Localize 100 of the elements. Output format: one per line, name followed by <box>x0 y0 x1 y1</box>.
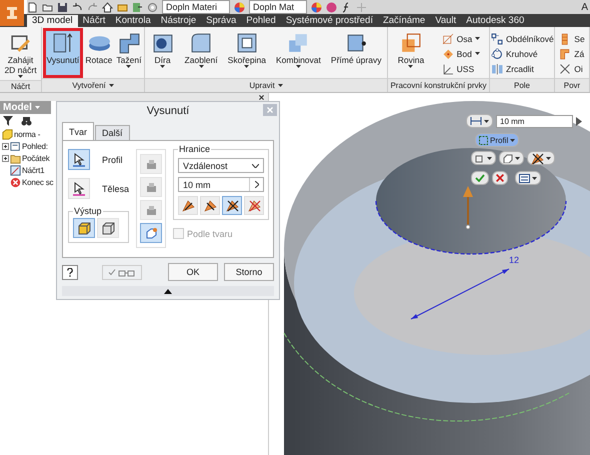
selector-label: Tělesa <box>102 184 130 194</box>
color-wheel-icon[interactable] <box>326 2 338 12</box>
chevron-down-icon <box>252 164 260 168</box>
ribbon-button[interactable]: Přímé úpravy <box>330 29 382 77</box>
ribbon-tab[interactable]: Pohled <box>241 15 281 27</box>
error-icon <box>10 176 21 188</box>
ribbon-button[interactable]: Kruhové <box>491 47 554 60</box>
profile-button[interactable]: Profil <box>475 133 520 147</box>
expand-icon[interactable] <box>2 142 9 150</box>
check-icon <box>475 174 485 182</box>
operation-button[interactable] <box>140 223 162 243</box>
browser-title-label: Model <box>3 102 32 113</box>
group-label: Výstup <box>73 206 103 216</box>
ok-button[interactable]: OK <box>168 263 218 281</box>
distance-field[interactable]: 10 mm <box>496 114 573 128</box>
ribbon-button[interactable]: Skořepina <box>226 29 267 77</box>
ribbon-tab[interactable]: Kontrola <box>110 15 156 27</box>
tree-item-label[interactable]: Pohled: <box>22 142 48 150</box>
ribbon-button[interactable]: Zaoblení <box>184 29 219 77</box>
extents-dropdown[interactable] <box>466 114 493 128</box>
filter-icon[interactable] <box>3 116 13 126</box>
operation-dropdown[interactable] <box>499 151 524 165</box>
dialog-tab[interactable]: Další <box>95 125 130 140</box>
distance-field[interactable]: 10 mm <box>178 177 264 192</box>
group-label: Pracovní konstrukční prvky <box>390 81 487 90</box>
material-dropdown[interactable]: Dopln Mat <box>249 0 308 14</box>
home-icon[interactable] <box>102 2 113 12</box>
caret-icon <box>278 84 283 87</box>
tree-item-label[interactable]: Náčrt1 <box>22 166 44 174</box>
material-dropdown[interactable]: Dopln Materi <box>162 0 230 14</box>
ribbon-tab[interactable]: Náčrt <box>78 15 110 27</box>
ribbon-tab[interactable]: Autodesk 360 <box>461 15 530 27</box>
ok-button[interactable] <box>471 171 489 185</box>
logo-icon <box>6 6 18 20</box>
play-icon[interactable] <box>576 116 582 126</box>
update-icon[interactable] <box>132 2 143 12</box>
ribbon-button[interactable]: Rovina <box>396 29 426 77</box>
cut-icon <box>144 180 158 194</box>
ribbon-button[interactable]: Zahájit 2D náčrt <box>3 29 38 80</box>
ribbon-tab[interactable]: Správa <box>201 15 242 27</box>
direction-icon <box>204 199 217 212</box>
ribbon-button[interactable]: USS <box>442 62 480 75</box>
save-icon[interactable] <box>57 2 68 12</box>
direction-dropdown[interactable] <box>527 151 555 165</box>
help-button[interactable] <box>62 264 78 280</box>
ribbon-button[interactable]: Bod <box>442 47 480 60</box>
caret-icon <box>244 65 250 68</box>
ribbon-tab[interactable]: 3D model <box>27 15 78 27</box>
ribbon-button[interactable]: Se <box>559 32 585 45</box>
ribbon-button[interactable]: Díra <box>150 29 176 77</box>
ribbon-button[interactable]: Vysunutí <box>44 29 82 77</box>
close-icon <box>259 94 264 100</box>
tree-item-label[interactable]: Konec sc <box>22 178 54 186</box>
ribbon-button[interactable]: Obdélníkové <box>491 32 554 45</box>
glasses-icon <box>118 268 136 276</box>
caret-icon <box>198 65 204 68</box>
grip-icon <box>356 2 368 12</box>
dimension-label: 12 <box>509 255 520 265</box>
expand-icon[interactable] <box>2 154 9 162</box>
tree-item-label[interactable]: norma - <box>14 130 40 138</box>
trim-icon <box>559 62 572 74</box>
direction-icon <box>248 199 261 212</box>
caret-icon <box>126 65 132 68</box>
caret-icon <box>484 120 489 122</box>
tree-item-label[interactable]: Počátek <box>22 154 50 162</box>
ribbon-tab[interactable]: Vault <box>430 15 462 27</box>
check-icon <box>108 268 116 276</box>
color-wheel-icon[interactable] <box>234 2 246 12</box>
output-dropdown[interactable] <box>471 151 496 165</box>
preview-toggle[interactable] <box>102 264 142 280</box>
extents-select[interactable]: Vzdálenost <box>178 158 264 173</box>
ribbon-button[interactable]: Tažení <box>115 29 142 77</box>
cancel-button[interactable]: Storno <box>224 263 274 281</box>
group-label: Upravit <box>249 81 275 90</box>
output-option[interactable] <box>73 218 95 238</box>
group-label: Náčrt <box>10 82 30 91</box>
ribbon-button[interactable]: Rotace <box>84 29 114 77</box>
extrude-icon <box>50 31 75 55</box>
close-icon <box>496 174 504 182</box>
ribbon-button[interactable]: Osa <box>442 32 480 45</box>
ribbon-button[interactable]: Zá <box>559 47 585 60</box>
color-wheel-icon[interactable] <box>311 2 322 12</box>
dialog-tab[interactable]: Tvar <box>62 122 94 140</box>
binoculars-icon[interactable] <box>21 116 32 126</box>
view-icon <box>10 140 21 152</box>
undo-icon[interactable] <box>72 2 83 12</box>
close-button[interactable] <box>259 94 264 100</box>
ribbon-tab[interactable]: Systémové prostředí <box>280 15 378 27</box>
ribbon-button[interactable]: Oi <box>559 62 585 75</box>
ribbon-tab[interactable]: Nástroje <box>156 15 202 27</box>
ribbon-button[interactable]: Kombinovat <box>274 29 322 77</box>
direction-button[interactable] <box>222 196 242 215</box>
fillet-icon <box>189 31 214 55</box>
ribbon-tab[interactable]: Začínáme <box>378 15 430 27</box>
options-dropdown[interactable] <box>515 171 541 185</box>
ribbon-button[interactable]: Zrcadlit <box>491 62 554 75</box>
selector-button[interactable] <box>68 149 90 170</box>
arrow-handle[interactable] <box>462 185 474 230</box>
cancel-button[interactable] <box>492 171 508 185</box>
solid-cube-icon <box>78 222 90 234</box>
